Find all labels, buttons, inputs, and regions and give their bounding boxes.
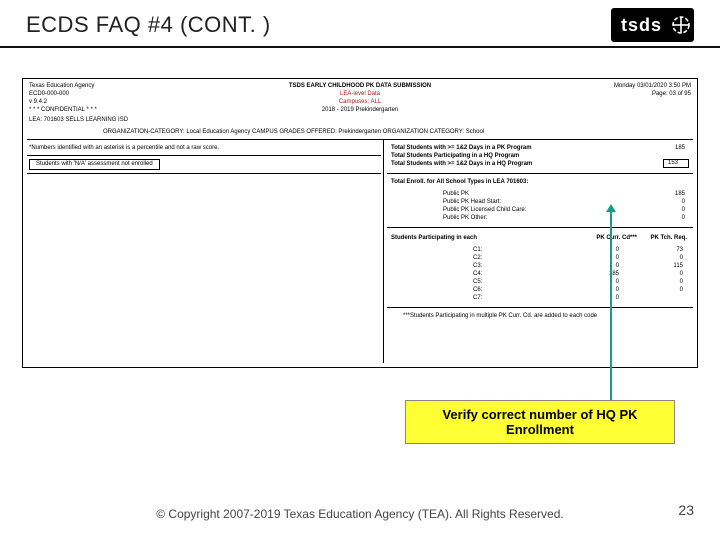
separator-2a <box>27 155 381 156</box>
highlighted-value: 153 <box>663 159 689 168</box>
copyright-text: © Copyright 2007-2019 Texas Education Ag… <box>0 507 720 522</box>
p-row-5-l: C6: <box>473 287 482 294</box>
p-row-1-a: 0 <box>616 255 619 262</box>
enroll-row-0-l: Public PK <box>443 191 469 198</box>
separator-1 <box>27 139 693 140</box>
lea-level-label: LEA-level Data <box>23 91 697 98</box>
lea-line: LEA: 701603 SELLS LEARNING ISD <box>29 117 128 124</box>
separator-3 <box>387 173 693 174</box>
p-row-2-a: 0 <box>616 263 619 270</box>
col-header-2: PK Tch. Req. <box>650 235 687 242</box>
year-label: 2018 - 2019 Prekindergarten <box>23 107 697 114</box>
p-row-4-b: 0 <box>680 279 683 286</box>
enroll-row-2-v: 0 <box>682 207 685 214</box>
p-row-0-l: C1: <box>473 247 482 254</box>
separator-5 <box>387 307 693 308</box>
p-row-2-b: 115 <box>673 263 683 270</box>
p-row-3-l: C4: <box>473 271 482 278</box>
p-row-1-l: C2: <box>473 255 482 262</box>
total-val-1: 185 <box>675 145 685 152</box>
separator-4 <box>387 227 693 228</box>
campuses-label: Campuses: ALL <box>23 99 697 106</box>
note-percentile: *Numbers identified with an asterisk is … <box>29 145 219 152</box>
logo-text: tsds <box>611 15 668 36</box>
p-row-3-b: 0 <box>680 271 683 278</box>
total-val-3-box: 153 <box>663 159 689 168</box>
callout-arrow <box>610 212 612 400</box>
enroll-title: Total Enroll. for All School Types in LE… <box>391 179 528 186</box>
report-preview: Texas Education Agency ECD0-000-000 v 9.… <box>22 78 698 368</box>
p-row-4-l: C5: <box>473 279 482 286</box>
total-line-3: Total Students with >= 1&2 Days in a HQ … <box>391 161 532 168</box>
enroll-row-1-l: Public PK Head Start: <box>443 199 501 206</box>
enroll-row-2-l: Public PK Licensed Child Care: <box>443 207 526 214</box>
total-line-1: Total Students with >= 1&2 Days in a PK … <box>391 145 532 152</box>
p-row-6-a: 0 <box>616 295 619 302</box>
page-number: 23 <box>678 502 694 518</box>
participating-footnote: ***Students Participating in multiple PK… <box>403 313 597 320</box>
datetime-label: Monday 03/01/2020 3:50 PM <box>614 83 691 90</box>
col-header-1: PK Curr. Cd*** <box>596 235 637 242</box>
separator-2b <box>27 173 381 174</box>
p-row-5-a: 0 <box>616 287 619 294</box>
enroll-row-1-v: 0 <box>682 199 685 206</box>
vertical-divider <box>383 139 384 363</box>
enroll-row-3-v: 0 <box>682 215 685 222</box>
p-row-1-b: 0 <box>680 255 683 262</box>
report-title: TSDS EARLY CHILDHOOD PK DATA SUBMISSION <box>23 83 697 90</box>
p-row-0-a: 0 <box>616 247 619 254</box>
slide-title: ECDS FAQ #4 (CONT. ) <box>26 12 271 38</box>
enroll-row-3-l: Public PK Other: <box>443 215 487 222</box>
p-row-6-l: C7: <box>473 295 482 302</box>
p-row-5-b: 0 <box>680 287 683 294</box>
title-bar: ECDS FAQ #4 (CONT. ) tsds <box>0 0 720 48</box>
participating-title: Students Participating in each <box>391 235 477 242</box>
page-label: Page: 03 of 95 <box>652 91 691 98</box>
org-line: ORGANIZATION-CATEGORY: Local Education A… <box>103 129 691 136</box>
note-na-box: Students with 'N/A' assessment not enrol… <box>29 159 160 170</box>
enroll-row-0-v: 185 <box>675 191 685 198</box>
callout-box: Verify correct number of HQ PK Enrollmen… <box>405 400 675 444</box>
p-row-2-l: C3: <box>473 263 482 270</box>
total-line-2: Total Students Participating in a HQ Pro… <box>391 153 519 160</box>
globe-icon <box>668 12 694 38</box>
p-row-0-b: 73 <box>676 247 683 254</box>
p-row-4-a: 0 <box>616 279 619 286</box>
tsds-logo: tsds <box>611 8 694 42</box>
slide: ECDS FAQ #4 (CONT. ) tsds Texas Educatio… <box>0 0 720 540</box>
